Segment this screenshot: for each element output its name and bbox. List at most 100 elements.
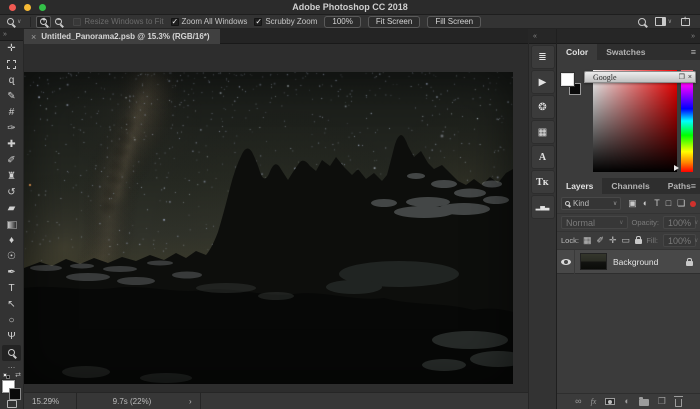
zoom-out-button[interactable]: −: [51, 16, 66, 28]
chevron-down-icon: ∨: [619, 220, 623, 226]
opacity-value[interactable]: 100% ∨: [663, 216, 696, 229]
properties-panel[interactable]: ≣: [531, 45, 555, 69]
canvas-pasteboard[interactable]: [24, 44, 528, 392]
tk-actions-panel[interactable]: Tᴋ: [531, 170, 555, 194]
dodge-tool[interactable]: ☉: [0, 249, 23, 265]
type-tool[interactable]: T: [0, 281, 23, 297]
path-selection-tool[interactable]: ↖: [0, 297, 23, 313]
window-title: Adobe Photoshop CC 2018: [0, 2, 700, 12]
clone-source-panel[interactable]: ▦: [531, 120, 555, 144]
zoom-100-button[interactable]: 100%: [324, 16, 360, 28]
vignette: [24, 72, 513, 384]
google-floating-window[interactable]: Google ❐ ×: [584, 71, 696, 83]
quick-selection-tool[interactable]: ✎: [0, 89, 23, 105]
hand-tool[interactable]: Ψ: [0, 329, 23, 345]
tab-layers[interactable]: Layers: [557, 178, 602, 194]
edit-toolbar-button[interactable]: …: [0, 361, 23, 371]
fit-screen-button[interactable]: Fit Screen: [368, 16, 420, 28]
share-icon[interactable]: [681, 18, 690, 26]
filter-smart-objects-icon[interactable]: ❏: [677, 199, 685, 208]
lock-artboard-icon[interactable]: ▭: [622, 236, 631, 245]
eraser-tool[interactable]: ▰: [0, 201, 23, 217]
layer-row-background[interactable]: Background: [557, 250, 700, 274]
crop-tool[interactable]: #: [0, 105, 23, 121]
toolbar-collapse-chevron[interactable]: »: [0, 29, 23, 41]
close-tab-icon[interactable]: ×: [31, 32, 36, 42]
tab-swatches[interactable]: Swatches: [597, 44, 654, 60]
clone-stamp-tool[interactable]: ♜: [0, 169, 23, 185]
layer-style-icon[interactable]: fx: [591, 397, 597, 406]
workspace-switcher[interactable]: ∨: [655, 17, 672, 26]
default-colors-icon[interactable]: [3, 373, 10, 379]
fill-screen-button[interactable]: Fill Screen: [427, 16, 481, 28]
screen-mode-button[interactable]: [0, 400, 23, 409]
actions-panel[interactable]: ▶: [531, 70, 555, 94]
layer-visibility-toggle[interactable]: [557, 250, 575, 274]
tab-channels[interactable]: Channels: [602, 178, 658, 194]
lasso-tool[interactable]: ɋ: [0, 73, 23, 89]
filter-toggle-icon[interactable]: [690, 201, 696, 207]
filter-shape-layers-icon[interactable]: □: [666, 199, 671, 208]
zoom-in-button[interactable]: +: [36, 16, 51, 28]
tool-preset-dropdown[interactable]: ∨: [7, 18, 21, 25]
brush-tool[interactable]: ✐: [0, 153, 23, 169]
blend-mode-select[interactable]: Normal ∨: [561, 216, 628, 229]
filter-pixel-layers-icon[interactable]: ▣: [628, 199, 637, 208]
filter-type-layers-icon[interactable]: T: [654, 199, 660, 208]
status-menu-arrow[interactable]: ›: [189, 397, 192, 406]
resize-windows-checkbox: Resize Windows to Fit: [73, 17, 163, 26]
shape-tool[interactable]: ○: [0, 313, 23, 329]
maximize-icon[interactable]: ❐: [679, 74, 685, 81]
background-color-swatch[interactable]: [9, 388, 21, 400]
spot-healing-brush-tool[interactable]: ✚: [0, 137, 23, 153]
layers-empty-area[interactable]: [557, 274, 700, 393]
zoom-tool[interactable]: [2, 345, 21, 361]
blend-mode-row: Normal ∨ Opacity: 100% ∨: [557, 214, 700, 232]
search-icon[interactable]: [638, 18, 646, 26]
adjustments-panel[interactable]: ❂: [531, 95, 555, 119]
lock-image-icon[interactable]: ✐: [596, 236, 604, 245]
zoom-all-windows-checkbox[interactable]: Zoom All Windows: [171, 17, 248, 26]
lock-all-icon[interactable]: [635, 236, 642, 246]
adjustment-layer-icon[interactable]: ◐: [624, 397, 629, 406]
panel-menu-icon[interactable]: ≡: [691, 47, 696, 57]
panel-menu-icon[interactable]: ≡: [691, 181, 696, 191]
pen-tool[interactable]: ✒: [0, 265, 23, 281]
hue-slider-arrow-icon[interactable]: [674, 165, 679, 171]
chevron-down-icon: ∨: [613, 201, 617, 207]
move-tool[interactable]: ✛: [0, 41, 23, 57]
hue-slider[interactable]: [681, 70, 693, 172]
rectangular-marquee-tool[interactable]: [0, 57, 23, 73]
filter-adjustment-layers-icon[interactable]: ◐: [643, 199, 648, 208]
color-panel-tabs: Color Swatches ≡: [557, 44, 700, 60]
dock-expand-chevron[interactable]: «: [529, 29, 556, 44]
fill-value[interactable]: 100% ∨: [663, 234, 696, 247]
new-layer-icon[interactable]: ❐: [658, 397, 666, 406]
new-group-icon[interactable]: [639, 399, 649, 406]
layer-thumbnail[interactable]: [580, 253, 607, 270]
panels-collapse-chevron[interactable]: »: [557, 29, 700, 44]
close-icon[interactable]: ×: [688, 74, 692, 81]
scrubby-zoom-checkbox[interactable]: Scrubby Zoom: [254, 17, 317, 26]
blur-tool[interactable]: ♦: [0, 233, 23, 249]
link-layers-icon[interactable]: ∞: [575, 397, 581, 406]
saturation-brightness-field[interactable]: [593, 70, 677, 172]
delete-layer-icon[interactable]: [675, 399, 682, 407]
filter-kind-dropdown[interactable]: Kind ∨: [561, 197, 621, 210]
history-brush-tool[interactable]: ↺: [0, 185, 23, 201]
histogram-panel[interactable]: ▂▅▃: [531, 195, 555, 219]
character-panel[interactable]: A: [531, 145, 555, 169]
document-tab[interactable]: × Untitled_Panorama2.psb @ 15.3% (RGB/16…: [24, 29, 220, 44]
tab-color[interactable]: Color: [557, 44, 597, 60]
add-mask-icon[interactable]: [605, 398, 615, 405]
gradient-tool[interactable]: [0, 217, 23, 233]
lock-transparency-icon[interactable]: ▦: [583, 236, 592, 245]
swap-colors-icon[interactable]: ⇄: [15, 371, 21, 379]
lock-position-icon[interactable]: ✛: [609, 236, 617, 245]
tools-panel: » ✛ ɋ✎#✑✚✐♜↺▰ ♦☉✒T↖○Ψ … ⇄: [0, 29, 24, 409]
workspace-icon: [655, 17, 666, 26]
status-zoom-level[interactable]: 15.29%: [32, 397, 76, 406]
eyedropper-tool[interactable]: ✑: [0, 121, 23, 137]
document-image[interactable]: [24, 72, 513, 384]
foreground-color-swatch[interactable]: [561, 73, 574, 86]
